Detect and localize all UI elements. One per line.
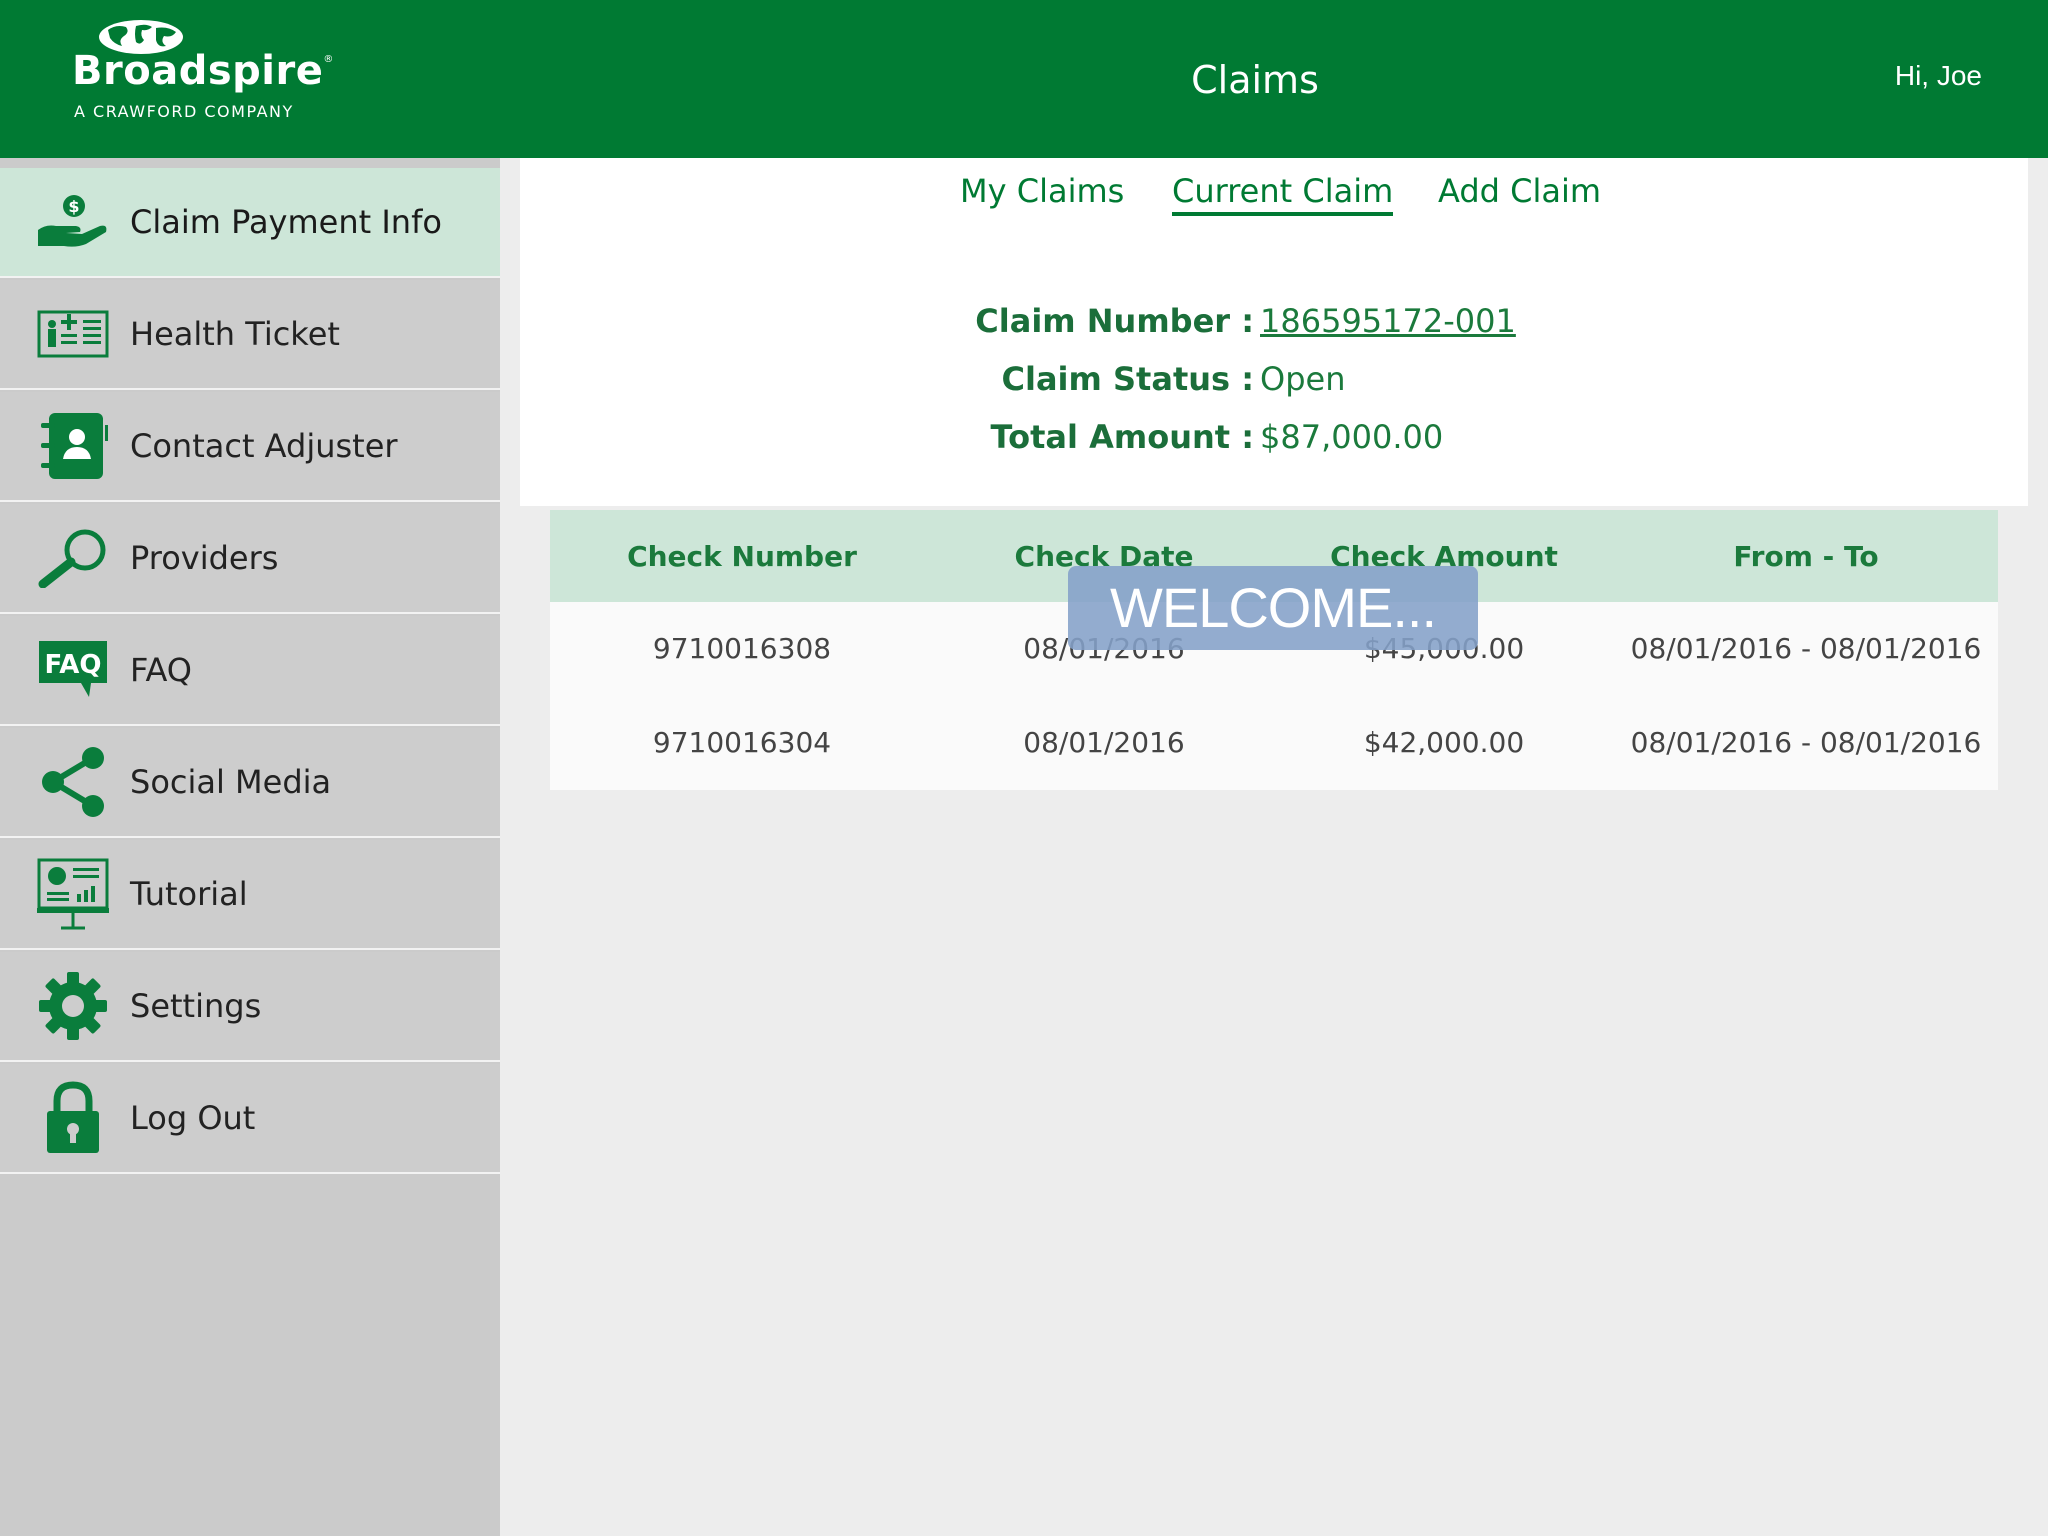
sidebar-item-contact-adjuster[interactable]: Contact Adjuster [0,392,500,502]
magnifier-icon [36,521,110,595]
welcome-overlay: WELCOME... [1068,566,1478,650]
claim-status-row: Claim Status : Open [520,360,2028,410]
payments-table: Check Number Check Date Check Amount Fro… [550,510,1998,790]
svg-text:$: $ [68,197,79,216]
sidebar-item-tutorial[interactable]: Tutorial [0,840,500,950]
claim-summary-panel: My Claims Current Claim Add Claim Claim … [520,158,2028,506]
check-number-cell: 9710016304 [652,726,832,759]
claim-number-label: Claim Number : [975,302,1254,340]
claim-number-row: Claim Number : 186595172-001 [520,302,2028,352]
sidebar-item-label: Claim Payment Info [130,203,442,241]
claim-number-link[interactable]: 186595172-001 [1260,302,1516,340]
page-title: Claims [1191,58,1319,102]
tab-add-claim[interactable]: Add Claim [1438,172,1601,210]
tab-current-claim[interactable]: Current Claim [1172,172,1394,216]
app-header: Broadspire® A CRAWFORD COMPANY Claims Hi… [0,0,2048,158]
table-row[interactable]: 9710016304 08/01/2016 $42,000.00 08/01/2… [550,696,1998,790]
sidebar-item-label: Settings [130,987,262,1025]
hand-dollar-icon: $ [36,185,110,259]
share-icon [36,745,110,819]
check-date-cell: 08/01/2016 [1023,726,1185,759]
user-greeting[interactable]: Hi, Joe [1895,60,1982,92]
sidebar-item-claim-payment-info[interactable]: $ Claim Payment Info [0,168,500,278]
check-number-cell: 9710016308 [652,632,832,665]
check-amount-cell: $42,000.00 [1363,726,1525,759]
brand-tagline: A CRAWFORD COMPANY [74,102,294,121]
column-header-check-number: Check Number [627,540,857,573]
sidebar-item-label: Log Out [130,1099,256,1137]
sidebar-item-health-ticket[interactable]: Health Ticket [0,280,500,390]
gear-icon [36,969,110,1043]
total-amount-label: Total Amount : [990,418,1254,456]
tab-my-claims[interactable]: My Claims [960,172,1124,210]
claim-tabs: My Claims Current Claim Add Claim [520,172,2028,232]
sidebar-item-log-out[interactable]: Log Out [0,1064,500,1174]
claim-status-label: Claim Status : [1001,360,1255,398]
sidebar-item-label: Social Media [130,763,332,801]
sidebar-item-settings[interactable]: Settings [0,952,500,1062]
lock-icon [36,1081,110,1155]
total-amount-row: Total Amount : $87,000.00 [520,418,2028,468]
sidebar-item-label: Tutorial [130,875,248,913]
claim-status-value: Open [1260,360,1346,398]
sidebar: $ Claim Payment Info Health Ticket Conta… [0,158,500,1536]
sidebar-item-faq[interactable]: FAQ FAQ [0,616,500,726]
presentation-icon [36,857,110,931]
total-amount-value: $87,000.00 [1260,418,1444,456]
sidebar-item-social-media[interactable]: Social Media [0,728,500,838]
health-card-icon [36,297,110,371]
sidebar-item-label: Health Ticket [130,315,340,353]
sidebar-item-label: Contact Adjuster [130,427,398,465]
from-to-cell: 08/01/2016 - 08/01/2016 [1630,726,1982,759]
svg-text:FAQ: FAQ [44,650,101,680]
faq-icon: FAQ [36,633,110,707]
sidebar-item-label: FAQ [130,651,192,689]
column-header-from-to: From - To [1733,540,1879,573]
contact-book-icon [36,409,110,483]
sidebar-item-label: Providers [130,539,279,577]
from-to-cell: 08/01/2016 - 08/01/2016 [1630,632,1982,665]
sidebar-item-providers[interactable]: Providers [0,504,500,614]
